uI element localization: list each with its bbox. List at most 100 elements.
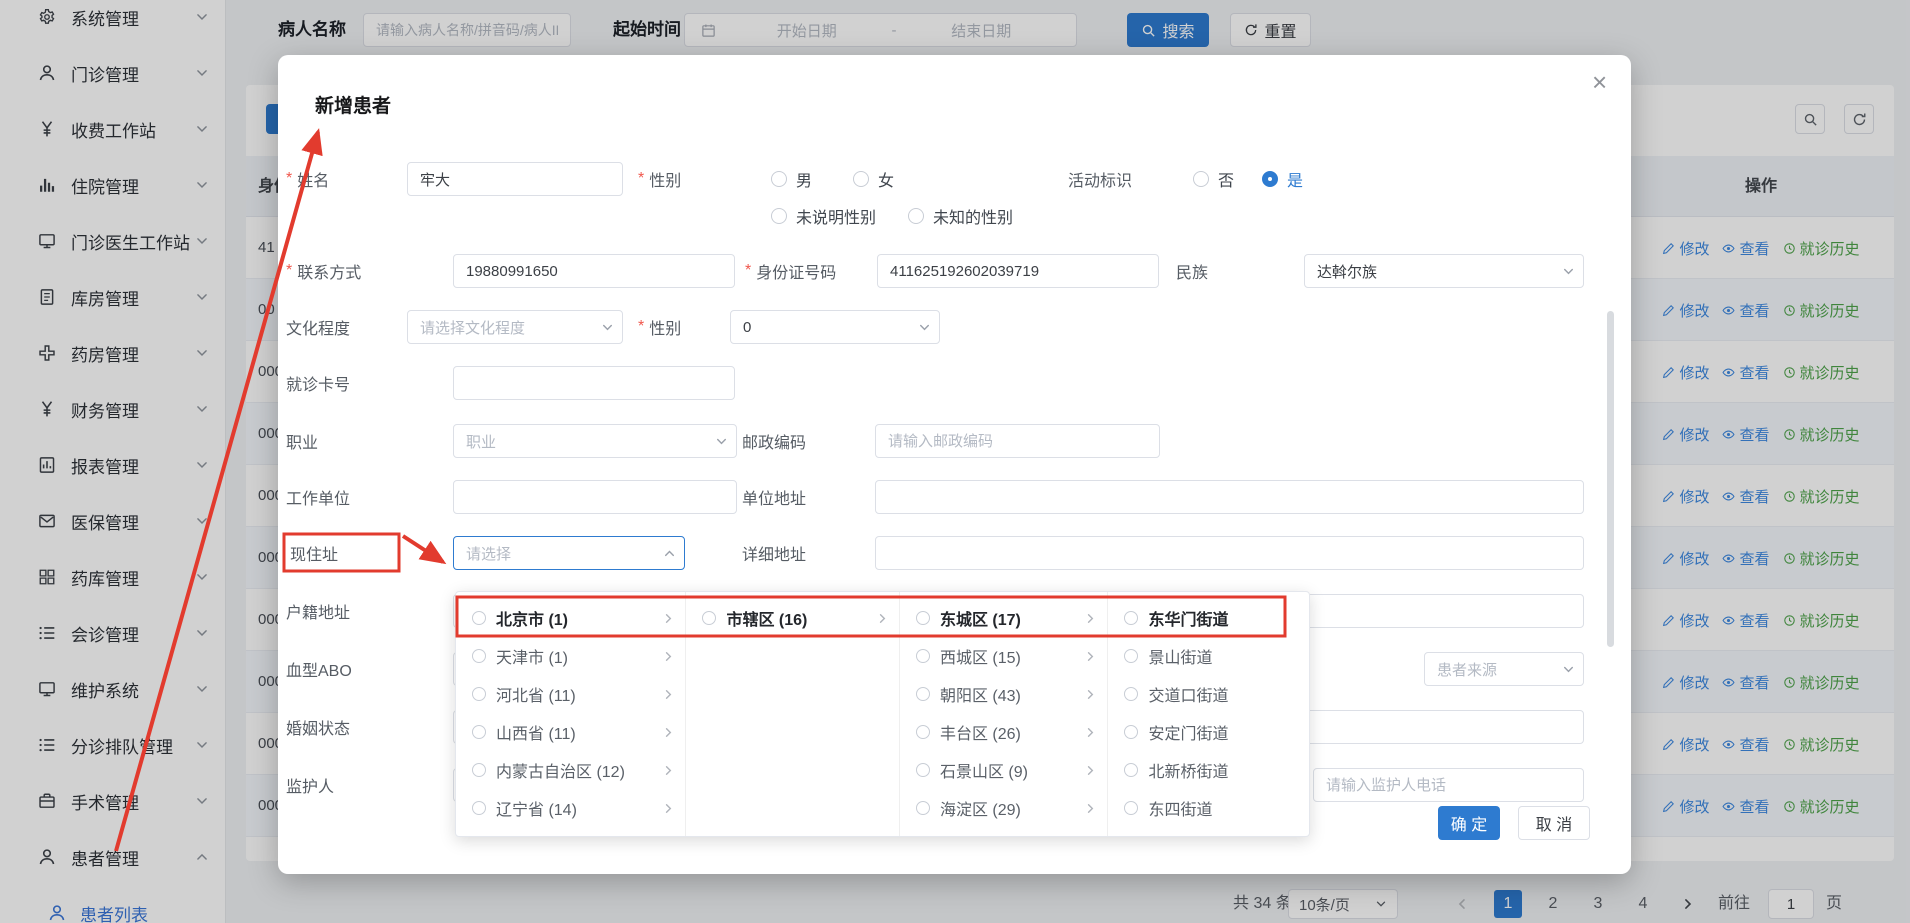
cascader-option-label: 景山街道 (1148, 644, 1299, 668)
address-cascader-dropdown: 北京市 (1) 天津市 (1) 河北省 (11) 山西省 (11)内蒙古自治区 (12… (455, 591, 1310, 837)
gender-radio-unknown[interactable]: 未知的性别 (908, 199, 1013, 233)
chevron-right-icon (662, 612, 675, 625)
marital-status-label: 婚姻状态 (286, 710, 350, 744)
cascader-option-label: 朝阳区 (43) (940, 682, 1085, 706)
radio-icon (1124, 725, 1138, 739)
radio-icon (771, 171, 787, 187)
cascader-option[interactable]: 东四街道 (1108, 789, 1309, 827)
cascader-option[interactable]: 市辖区 (16) (686, 599, 899, 637)
contact-input[interactable] (453, 254, 735, 288)
id-number-label: *身份证号码 (745, 254, 836, 288)
cascader-option-label: 辽宁省 (14) (496, 796, 662, 820)
cascader-option[interactable]: 山西省 (11) (456, 713, 685, 751)
ethnicity-select[interactable]: 达斡尔族 (1304, 254, 1584, 288)
chevron-right-icon (662, 764, 675, 777)
radio-icon (472, 763, 486, 777)
confirm-button[interactable]: 确 定 (1438, 806, 1500, 840)
cascader-option-label: 西城区 (15) (940, 644, 1085, 668)
radio-icon (472, 801, 486, 815)
cascader-option[interactable]: 东华门街道 (1108, 599, 1309, 637)
chevron-down-icon (1562, 663, 1575, 676)
cancel-button[interactable]: 取 消 (1518, 806, 1590, 840)
cascader-option[interactable]: 北新桥街道 (1108, 751, 1309, 789)
radio-icon (1124, 649, 1138, 663)
gender-select[interactable]: 0 (730, 310, 940, 344)
guardian-phone-input[interactable] (1313, 768, 1584, 802)
radio-icon (916, 687, 930, 701)
chevron-up-icon (663, 547, 676, 560)
modal-scrollbar[interactable] (1607, 311, 1614, 647)
radio-icon (908, 208, 924, 224)
radio-icon (1124, 687, 1138, 701)
cascader-option[interactable]: 安定门街道 (1108, 713, 1309, 751)
work-unit-input[interactable] (453, 480, 737, 514)
current-address-label: 现住址 (290, 536, 338, 570)
chevron-right-icon (662, 726, 675, 739)
work-address-input[interactable] (875, 480, 1584, 514)
radio-icon (1124, 763, 1138, 777)
current-address-select[interactable]: 请选择 (453, 536, 685, 570)
cascader-option-label: 海淀区 (29) (940, 796, 1085, 820)
gender-radio-unstated[interactable]: 未说明性别 (771, 199, 876, 233)
occupation-label: 职业 (286, 424, 318, 458)
close-icon[interactable]: × (1592, 69, 1607, 95)
id-number-input[interactable] (877, 254, 1159, 288)
radio-icon (853, 171, 869, 187)
radio-icon (472, 649, 486, 663)
cascader-option[interactable]: 河北省 (11) (456, 675, 685, 713)
household-address-label: 户籍地址 (286, 594, 350, 628)
chevron-right-icon (1084, 802, 1097, 815)
cascader-option[interactable]: 辽宁省 (14) (456, 789, 685, 827)
chevron-right-icon (662, 802, 675, 815)
cascader-column-1: 北京市 (1) 天津市 (1) 河北省 (11) 山西省 (11)内蒙古自治区 (12… (456, 592, 686, 836)
chevron-right-icon (1084, 688, 1097, 701)
occupation-select[interactable]: 职业 (453, 424, 737, 458)
gender-radio-female[interactable]: 女 (853, 162, 894, 196)
cascader-option-label: 东城区 (17) (940, 606, 1085, 630)
cascader-option[interactable]: 石景山区 (9) (900, 751, 1108, 789)
cascader-column-3: 东城区 (17) 西城区 (15) 朝阳区 (43) 丰台区 (26)石景山区 (9)… (900, 592, 1109, 836)
cascader-option-label: 东华门街道 (1148, 606, 1299, 630)
active-flag-no[interactable]: 否 (1193, 162, 1234, 196)
cascader-option[interactable]: 景山街道 (1108, 637, 1309, 675)
cascader-option[interactable]: 交道口街道 (1108, 675, 1309, 713)
cascader-option[interactable]: 西城区 (15) (900, 637, 1108, 675)
cascader-option[interactable]: 东城区 (17) (900, 599, 1108, 637)
radio-icon (916, 801, 930, 815)
cascader-option-label: 市辖区 (16) (726, 606, 876, 630)
radio-icon (1124, 801, 1138, 815)
cascader-option[interactable]: 内蒙古自治区 (12) (456, 751, 685, 789)
chevron-right-icon (1084, 612, 1097, 625)
cascader-option-label: 北京市 (1) (496, 606, 662, 630)
visit-card-label: 就诊卡号 (286, 366, 350, 400)
postal-code-label: 邮政编码 (742, 424, 806, 458)
radio-icon (916, 649, 930, 663)
cascader-option-label: 河北省 (11) (496, 682, 662, 706)
chevron-right-icon (876, 612, 889, 625)
postal-code-input[interactable] (875, 424, 1160, 458)
cascader-option[interactable]: 北京市 (1) (456, 599, 685, 637)
cascader-option[interactable]: 海淀区 (29) (900, 789, 1108, 827)
radio-icon (1124, 611, 1138, 625)
work-unit-label: 工作单位 (286, 480, 350, 514)
radio-icon (1193, 171, 1209, 187)
education-label: 文化程度 (286, 310, 350, 344)
cascader-option-label: 天津市 (1) (496, 644, 662, 668)
cascader-option[interactable]: 丰台区 (26) (900, 713, 1108, 751)
name-input[interactable] (407, 162, 623, 196)
education-select[interactable]: 请选择文化程度 (407, 310, 623, 344)
gender-radio-male[interactable]: 男 (771, 162, 812, 196)
radio-icon (702, 611, 716, 625)
active-flag-yes[interactable]: 是 (1262, 162, 1303, 196)
gender-label: *性别 (638, 162, 681, 196)
cascader-option[interactable]: 朝阳区 (43) (900, 675, 1108, 713)
chevron-right-icon (1084, 650, 1097, 663)
dialog-title: 新增患者 (315, 91, 391, 118)
cascader-option[interactable]: 天津市 (1) (456, 637, 685, 675)
detail-address-input[interactable] (875, 536, 1584, 570)
patient-source-select[interactable]: 患者来源 (1424, 652, 1584, 686)
chevron-right-icon (662, 650, 675, 663)
blood-type-label: 血型ABO (286, 652, 352, 686)
ethnicity-label: 民族 (1176, 254, 1208, 288)
visit-card-input[interactable] (453, 366, 735, 400)
